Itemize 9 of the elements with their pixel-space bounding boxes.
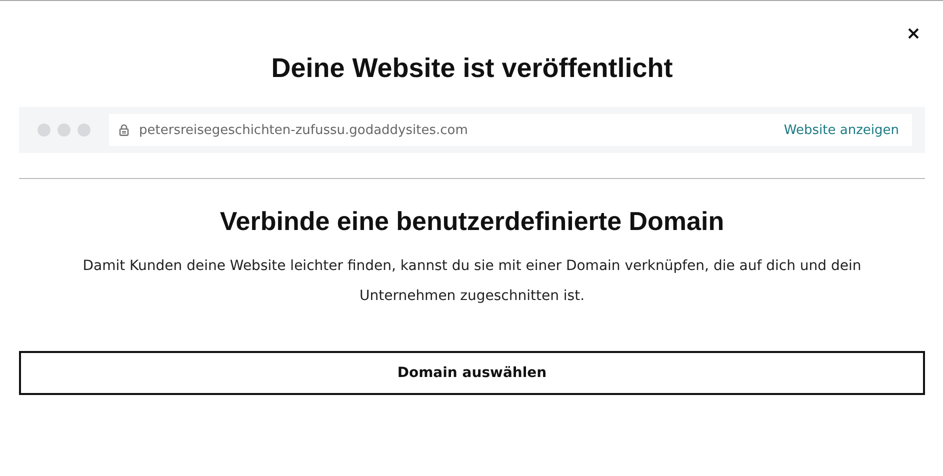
section-description: Damit Kunden deine Website leichter finden, kannst du sie mit einer Domain verknüpfen, die auf dich und dein Unternehmen zugeschnitten ist. [82, 257, 862, 306]
section-heading: Verbinde eine benutzerdefinierte Domain [218, 206, 726, 237]
site-url: petersreisegeschichten-zufussu.godaddysites.com [139, 122, 469, 138]
dialog-title: Deine Website ist veröffentlicht [270, 53, 674, 85]
window-dots-icon [37, 123, 91, 137]
lock-icon [119, 124, 129, 136]
view-website-link[interactable]: Website anzeigen [784, 122, 899, 138]
choose-domain-button[interactable]: Domain auswählen [19, 351, 925, 395]
close-icon[interactable] [908, 28, 919, 39]
